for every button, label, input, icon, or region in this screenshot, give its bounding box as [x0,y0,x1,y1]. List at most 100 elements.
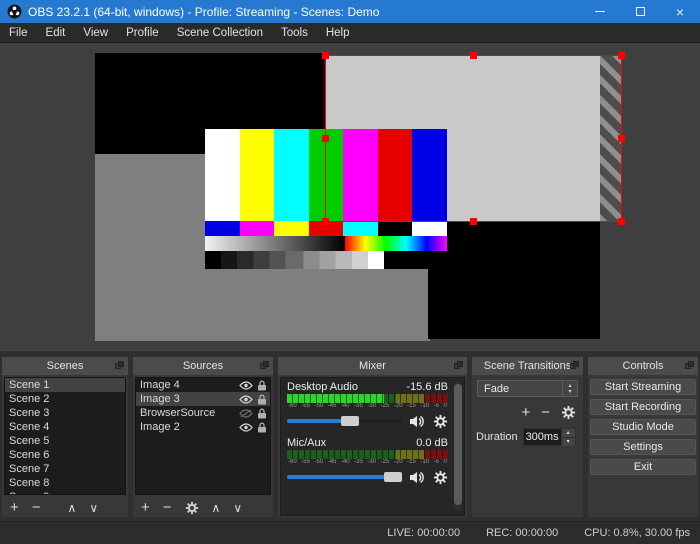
remove-source-button[interactable]: − [163,498,172,518]
duration-row: Duration 300ms ▴ ▾ [472,421,583,446]
source-row[interactable]: Image 4 [136,378,270,392]
selection-handle[interactable] [469,52,477,59]
add-scene-button[interactable]: + [10,498,19,518]
menu-tools[interactable]: Tools [272,23,317,42]
menu-profile[interactable]: Profile [117,23,168,42]
eye-icon[interactable] [239,422,253,432]
remove-scene-button[interactable]: − [32,498,41,518]
selection-handle[interactable] [322,52,329,59]
scenes-dock: Scenes Scene 1 Scene 2 Scene 3 Scene 4 S… [2,357,128,517]
grayscale-steps [205,251,385,269]
scene-row[interactable]: Scene 8 [5,476,125,490]
dock-pin-icon[interactable] [685,361,694,370]
rbar-cyan [343,221,378,236]
speaker-icon[interactable] [409,471,426,484]
source-properties-gear-icon[interactable] [185,501,199,515]
scene-row[interactable]: Scene 3 [5,406,125,420]
source-row[interactable]: Image 3 [136,392,270,406]
source-selection-outline[interactable] [322,52,625,225]
source-row[interactable]: BrowserSource [136,406,270,420]
duration-up-button[interactable]: ▴ [560,429,575,437]
start-streaming-button[interactable]: Start Streaming [590,379,696,395]
lock-icon[interactable] [257,380,267,391]
add-transition-button[interactable]: + [521,404,530,421]
start-recording-button[interactable]: Start Recording [590,399,696,415]
lock-icon[interactable] [257,394,267,405]
eye-icon[interactable] [239,380,253,390]
source-row[interactable]: Image 2 [136,420,270,434]
test-pattern-steps [205,251,447,269]
menubar: File Edit View Profile Scene Collection … [0,23,700,43]
transition-properties-gear-icon[interactable] [561,405,576,420]
eye-icon[interactable] [239,394,253,404]
scene-row[interactable]: Scene 2 [5,392,125,406]
scene-row[interactable]: Scene 5 [5,434,125,448]
controls-dock: Controls Start Streaming Start Recording… [588,357,698,517]
lock-icon[interactable] [257,422,267,433]
scene-row[interactable]: Scene 9 [5,490,125,494]
selection-handle[interactable] [469,218,477,225]
preview-canvas[interactable] [0,43,700,351]
menu-help[interactable]: Help [317,23,359,42]
obs-window: OBS 23.2.1 (64-bit, windows) - Profile: … [0,0,700,544]
dock-pin-icon[interactable] [570,361,579,370]
eye-slash-icon[interactable] [239,408,253,418]
transitions-header: Scene Transitions [472,357,583,375]
menu-edit[interactable]: Edit [37,23,75,42]
rbar-yellow [274,221,309,236]
selection-handle[interactable] [618,218,625,225]
volume-slider[interactable] [287,416,402,426]
menu-scene-collection[interactable]: Scene Collection [168,23,272,42]
mixer-scrollbar[interactable] [454,382,462,511]
transition-select[interactable]: Fade ▴ ▾ [477,380,578,397]
scrollbar-thumb[interactable] [454,384,462,505]
selection-handle[interactable] [618,52,625,59]
duration-down-button[interactable]: ▾ [560,437,575,446]
dock-area: Scenes Scene 1 Scene 2 Scene 3 Scene 4 S… [0,351,700,520]
dock-pin-icon[interactable] [260,361,269,370]
source-black-rectangle-bottom[interactable] [428,222,600,339]
obs-logo-icon [7,4,22,19]
channel-level: 0.0 dB [416,437,448,449]
move-scene-down-button[interactable]: ∨ [89,498,98,518]
settings-button[interactable]: Settings [590,439,696,455]
channel-gear-icon[interactable] [433,414,448,429]
minimize-icon [595,11,605,12]
speaker-icon[interactable] [409,415,426,428]
dock-pin-icon[interactable] [115,361,124,370]
dock-pin-icon[interactable] [454,361,463,370]
meter-scale: -60 -55 -50 -45 -40 -35 -30 -25 -20 -15 -10 -5 0 [288,403,447,409]
lock-icon[interactable] [257,408,267,419]
move-source-down-button[interactable]: ∨ [233,498,242,518]
maximize-button[interactable] [620,0,660,23]
scene-row[interactable]: Scene 6 [5,448,125,462]
add-source-button[interactable]: + [141,498,150,518]
test-pattern-gradients [205,236,447,251]
combo-spinner[interactable]: ▴ ▾ [562,381,577,396]
volume-slider[interactable] [287,472,402,482]
scene-row[interactable]: Scene 1 [5,378,125,392]
scene-row[interactable]: Scene 7 [5,462,125,476]
studio-mode-button[interactable]: Studio Mode [590,419,696,435]
volume-slider-thumb[interactable] [383,472,402,482]
selection-handle[interactable] [322,218,329,225]
channel-name: Mic/Aux [287,437,327,449]
volume-slider-thumb[interactable] [341,416,360,426]
channel-name: Desktop Audio [287,381,358,393]
move-source-up-button[interactable]: ∧ [212,498,221,518]
duration-input[interactable]: 300ms [523,429,561,445]
minimize-button[interactable] [580,0,620,23]
exit-button[interactable]: Exit [590,459,696,475]
selection-handle[interactable] [322,134,329,142]
channel-gear-icon[interactable] [433,470,448,485]
selection-handle[interactable] [618,134,625,142]
rbar-blue [205,221,240,236]
rainbow-gradient [345,236,447,251]
menu-view[interactable]: View [74,23,117,42]
move-scene-up-button[interactable]: ∧ [68,498,77,518]
remove-transition-button[interactable]: − [541,404,550,421]
cpu-fps: CPU: 0.8%, 30.00 fps [584,527,690,539]
close-button[interactable]: × [660,0,700,23]
menu-file[interactable]: File [0,23,37,42]
scene-row[interactable]: Scene 4 [5,420,125,434]
